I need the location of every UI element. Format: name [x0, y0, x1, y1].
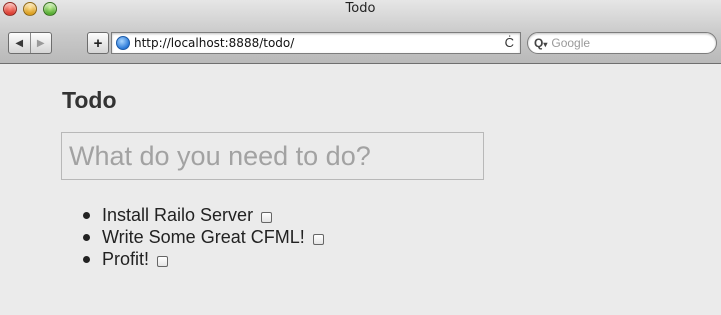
todo-item: Write Some Great CFML!	[83, 226, 324, 248]
todo-checkbox[interactable]	[157, 255, 169, 267]
todo-label: Profit!	[102, 248, 150, 269]
todo-label: Install Railo Server	[102, 204, 254, 225]
bullet-icon	[83, 211, 90, 219]
bullet-icon	[83, 233, 90, 241]
todo-item: Install Railo Server	[83, 204, 324, 226]
window-title: Todo	[345, 1, 376, 16]
page-content: Todo Install Railo Server Write Some Gre…	[0, 65, 721, 315]
todo-checkbox[interactable]	[312, 233, 324, 245]
forward-button[interactable]: ▶	[29, 33, 52, 53]
browser-window: Todo ◀ ▶ + http://localhost:8888/todo/ Ċ…	[0, 0, 721, 315]
todo-list: Install Railo Server Write Some Great CF…	[83, 204, 324, 270]
browser-toolbar: Todo ◀ ▶ + http://localhost:8888/todo/ Ċ…	[0, 0, 721, 64]
todo-checkbox[interactable]	[261, 211, 273, 223]
add-bookmark-button[interactable]: +	[87, 32, 109, 54]
todo-item: Profit!	[83, 248, 324, 270]
back-button[interactable]: ◀	[9, 33, 30, 53]
search-placeholder: Google	[551, 36, 591, 50]
globe-icon	[116, 36, 130, 50]
new-todo-input[interactable]	[61, 132, 484, 180]
reload-icon[interactable]: Ċ	[505, 35, 514, 50]
address-bar[interactable]: http://localhost:8888/todo/ Ċ	[111, 32, 521, 54]
search-icon: Q▾	[534, 36, 548, 50]
todo-label: Write Some Great CFML!	[102, 226, 305, 247]
page-title: Todo	[62, 87, 117, 113]
back-forward-group: ◀ ▶	[8, 32, 52, 54]
url-text: http://localhost:8888/todo/	[134, 36, 295, 50]
bullet-icon	[83, 255, 90, 263]
search-field[interactable]: Q▾ Google	[527, 32, 717, 54]
